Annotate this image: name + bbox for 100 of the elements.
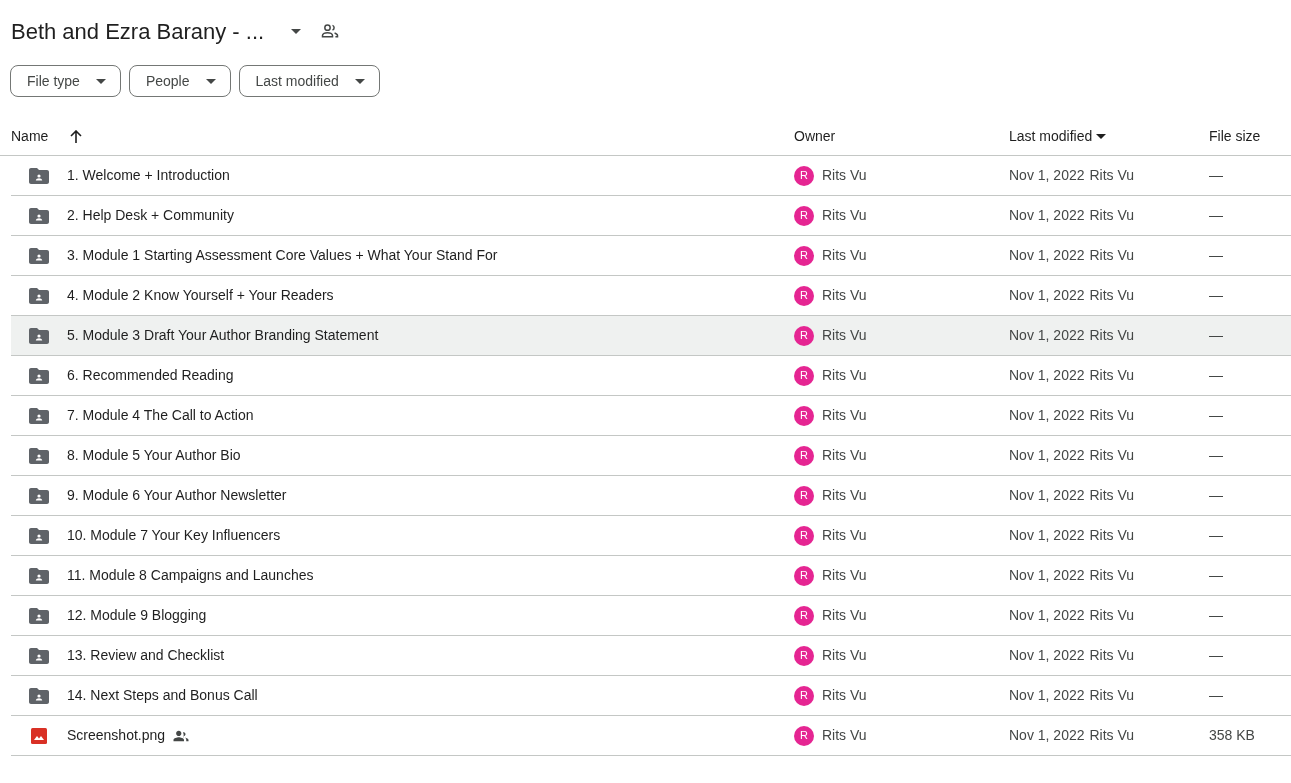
modified-date: Nov 1, 2022	[1009, 606, 1085, 625]
modified-by: Rits Vu	[1089, 686, 1135, 705]
filter-chip[interactable]: Last modified	[238, 65, 380, 97]
shared-folder-icon	[29, 287, 49, 304]
modified-date: Nov 1, 2022	[1009, 406, 1085, 425]
modified-date: Nov 1, 2022	[1009, 166, 1085, 185]
file-size: —	[1209, 687, 1223, 703]
caret-icon	[95, 78, 106, 84]
caret-icon	[354, 78, 365, 84]
owner-avatar: R	[794, 525, 814, 546]
owner-avatar: R	[794, 405, 814, 426]
file-size: —	[1209, 447, 1223, 463]
owner-name: Rits Vu	[822, 166, 867, 185]
modified-by: Rits Vu	[1089, 606, 1135, 625]
folder-title: Beth and Ezra Barany - ...	[11, 17, 265, 46]
file-row[interactable]: 5. Module 3 Draft Your Author Branding Statement R Rits Vu Nov 1, 2022 Rits Vu —	[11, 316, 1291, 356]
file-size: 358 KB	[1209, 727, 1255, 743]
owner-name: Rits Vu	[822, 446, 867, 465]
owner-avatar: R	[794, 605, 814, 626]
file-size: —	[1209, 327, 1223, 343]
file-size: —	[1209, 647, 1223, 663]
modified-date: Nov 1, 2022	[1009, 646, 1085, 665]
file-size: —	[1209, 287, 1223, 303]
modified-date: Nov 1, 2022	[1009, 526, 1085, 545]
owner-name: Rits Vu	[822, 406, 867, 425]
up-arrow-icon[interactable]	[70, 129, 83, 144]
file-size: —	[1209, 607, 1223, 623]
modified-by: Rits Vu	[1089, 166, 1135, 185]
modified-by: Rits Vu	[1089, 206, 1135, 225]
owner-name: Rits Vu	[822, 726, 867, 745]
file-size: —	[1209, 487, 1223, 503]
caret-icon	[291, 28, 302, 34]
file-name: 4. Module 2 Know Yourself + Your Readers	[67, 286, 334, 305]
modified-date: Nov 1, 2022	[1009, 486, 1085, 505]
file-name: 14. Next Steps and Bonus Call	[67, 686, 258, 705]
owner-avatar: R	[794, 445, 814, 466]
modified-by: Rits Vu	[1089, 566, 1135, 585]
modified-date: Nov 1, 2022	[1009, 446, 1085, 465]
filter-chip[interactable]: File type	[10, 65, 121, 97]
modified-date: Nov 1, 2022	[1009, 246, 1085, 265]
modified-by: Rits Vu	[1089, 486, 1135, 505]
owner-name: Rits Vu	[822, 566, 867, 585]
modified-by: Rits Vu	[1089, 526, 1135, 545]
file-name: 12. Module 9 Blogging	[67, 606, 207, 625]
file-size: —	[1209, 167, 1223, 183]
owner-name: Rits Vu	[822, 646, 867, 665]
filter-chip[interactable]: People	[128, 65, 231, 97]
owner-avatar: R	[794, 205, 814, 226]
shared-folder-icon	[29, 367, 49, 384]
shared-folder-icon	[29, 407, 49, 424]
file-name: 2. Help Desk + Community	[67, 206, 234, 225]
owner-avatar: R	[794, 165, 814, 186]
owner-avatar: R	[794, 485, 814, 506]
owner-name: Rits Vu	[822, 486, 867, 505]
owner-avatar: R	[794, 245, 814, 266]
file-size: —	[1209, 567, 1223, 583]
file-size: —	[1209, 527, 1223, 543]
file-size: —	[1209, 207, 1223, 223]
column-header[interactable]: Last modified	[1009, 126, 1093, 147]
modified-by: Rits Vu	[1089, 726, 1135, 745]
owner-avatar: R	[794, 285, 814, 306]
file-name: 3. Module 1 Starting Assessment Core Values + What Your Stand For	[67, 246, 498, 265]
shared-folder-icon	[29, 447, 49, 464]
file-name: 7. Module 4 The Call to Action	[67, 406, 254, 425]
file-size: —	[1209, 407, 1223, 423]
owner-name: Rits Vu	[822, 326, 867, 345]
file-name: 6. Recommended Reading	[67, 366, 234, 385]
file-name: 10. Module 7 Your Key Influencers	[67, 526, 281, 545]
owner-name: Rits Vu	[822, 286, 867, 305]
column-header[interactable]: Owner	[794, 126, 836, 147]
owner-avatar: R	[794, 365, 814, 386]
caret-icon[interactable]	[1096, 134, 1107, 139]
owner-avatar: R	[794, 565, 814, 586]
column-header[interactable]: File size	[1209, 126, 1261, 147]
owner-avatar: R	[794, 725, 814, 746]
column-header[interactable]: Name	[11, 126, 49, 147]
shared-folder-icon	[29, 247, 49, 264]
owner-name: Rits Vu	[822, 366, 867, 385]
modified-date: Nov 1, 2022	[1009, 326, 1085, 345]
modified-date: Nov 1, 2022	[1009, 566, 1085, 585]
image-file-icon	[31, 727, 47, 744]
owner-avatar: R	[794, 685, 814, 706]
file-name: 11. Module 8 Campaigns and Launches	[67, 566, 314, 585]
shared-folder-icon	[29, 167, 49, 184]
caret-icon	[205, 78, 216, 84]
owner-name: Rits Vu	[822, 686, 867, 705]
shared-folder-icon	[29, 207, 49, 224]
shared-folder-icon	[29, 487, 49, 504]
modified-date: Nov 1, 2022	[1009, 726, 1085, 745]
modified-date: Nov 1, 2022	[1009, 206, 1085, 225]
owner-name: Rits Vu	[822, 526, 867, 545]
shared-folder-icon	[29, 647, 49, 664]
shared-folder-icon	[29, 327, 49, 344]
modified-by: Rits Vu	[1089, 406, 1135, 425]
file-name: 9. Module 6 Your Author Newsletter	[67, 486, 287, 505]
modified-by: Rits Vu	[1089, 286, 1135, 305]
file-name: 8. Module 5 Your Author Bio	[67, 446, 241, 465]
people-icon[interactable]	[320, 21, 341, 41]
owner-name: Rits Vu	[822, 206, 867, 225]
modified-by: Rits Vu	[1089, 646, 1135, 665]
